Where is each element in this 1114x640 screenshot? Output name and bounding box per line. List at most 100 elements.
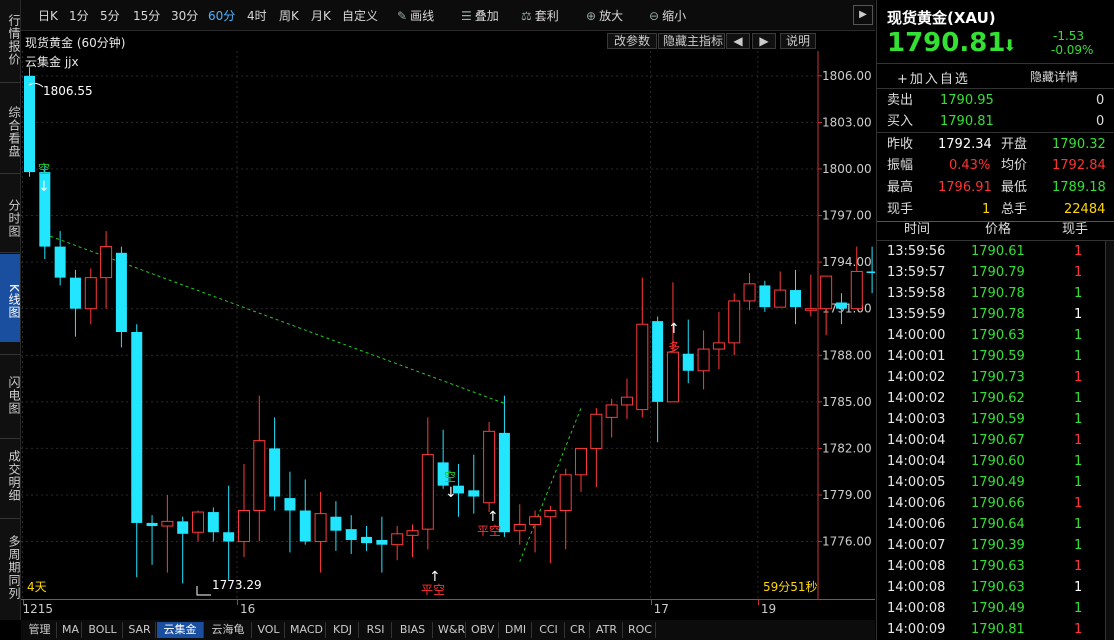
candle-body[interactable] xyxy=(314,513,327,543)
candle-body[interactable] xyxy=(712,342,725,350)
candle-body[interactable] xyxy=(804,308,817,311)
indicator-tab-10[interactable]: BIAS xyxy=(393,622,433,638)
candle-body[interactable] xyxy=(299,510,311,542)
sidebar-item-3[interactable]: K线图 xyxy=(0,254,21,342)
candle-body[interactable] xyxy=(330,516,342,531)
candle-body[interactable] xyxy=(391,533,404,546)
period-0[interactable]: 日K xyxy=(38,7,58,24)
candle-body[interactable] xyxy=(237,510,250,543)
candle-body[interactable] xyxy=(759,285,771,308)
kline-chart-svg[interactable]: 1806.001803.001800.001797.001794.001791.… xyxy=(21,51,875,599)
chart-header-button-1[interactable]: 隐藏主指标 xyxy=(658,33,725,49)
candle-body[interactable] xyxy=(345,529,357,541)
period-8[interactable]: 月K xyxy=(311,7,331,24)
tool-0[interactable]: ✎ 画线 xyxy=(397,7,434,24)
candle-body[interactable] xyxy=(54,246,66,278)
candle-body[interactable] xyxy=(774,289,787,308)
candle-body[interactable] xyxy=(84,277,97,310)
sidebar-item-0[interactable]: 行情报价 xyxy=(0,4,21,70)
candle-body[interactable] xyxy=(269,448,281,497)
candle-body[interactable] xyxy=(605,404,618,418)
tool-1[interactable]: ☰ 叠加 xyxy=(461,7,499,24)
chart-header-button-2[interactable]: ◀ xyxy=(726,33,750,49)
candle-body[interactable] xyxy=(666,351,679,403)
candle-body[interactable] xyxy=(682,353,694,371)
indicator-tab-9[interactable]: RSI xyxy=(360,622,392,638)
indicator-tab-7[interactable]: MACD xyxy=(286,622,326,638)
candle-body[interactable] xyxy=(468,490,480,497)
candle-body[interactable] xyxy=(590,413,603,449)
candle-body[interactable] xyxy=(376,540,388,545)
indicator-tab-17[interactable]: ROC xyxy=(624,622,656,638)
tool-2[interactable]: ⚖ 套利 xyxy=(521,7,559,24)
candle-body[interactable] xyxy=(361,536,373,544)
chart-header-button-3[interactable]: ▶ xyxy=(752,33,776,49)
candle-body[interactable] xyxy=(24,75,35,173)
candle-body[interactable] xyxy=(850,270,863,310)
candle-body[interactable] xyxy=(529,516,542,525)
candle-body[interactable] xyxy=(820,275,833,310)
candle-body[interactable] xyxy=(223,532,235,542)
period-6[interactable]: 4时 xyxy=(247,7,267,24)
indicator-tab-8[interactable]: KDJ xyxy=(327,622,359,638)
sidebar-item-6[interactable]: 多周期同列 xyxy=(0,520,21,608)
indicator-tab-4[interactable]: 云集金 xyxy=(157,622,204,638)
collapse-panel-button[interactable]: ▶ xyxy=(853,5,873,25)
indicator-tab-13[interactable]: DMI xyxy=(500,622,532,638)
candle-body[interactable] xyxy=(406,530,419,536)
period-9[interactable]: 自定义 xyxy=(342,7,378,24)
candle-body[interactable] xyxy=(544,510,557,518)
indicator-tab-15[interactable]: CR xyxy=(566,622,590,638)
candle-body[interactable] xyxy=(207,512,219,533)
period-2[interactable]: 5分 xyxy=(100,7,120,24)
tick-list-scrollbar[interactable] xyxy=(1105,241,1114,640)
indicator-tab-16[interactable]: ATR xyxy=(591,622,623,638)
candle-body[interactable] xyxy=(728,300,741,344)
chart-header-button-0[interactable]: 改参数 xyxy=(607,33,657,49)
chart-header-button-4[interactable]: 说明 xyxy=(780,33,816,49)
indicator-tab-2[interactable]: BOLL xyxy=(83,622,123,638)
candle-body[interactable] xyxy=(835,302,847,309)
period-3[interactable]: 15分 xyxy=(133,7,160,24)
candle-body[interactable] xyxy=(192,511,205,533)
candle-body[interactable] xyxy=(253,440,266,512)
indicator-tab-0[interactable]: 管理 xyxy=(23,622,57,638)
candle-body[interactable] xyxy=(513,523,526,532)
kline-chart[interactable]: 1806.001803.001800.001797.001794.001791.… xyxy=(21,51,875,599)
candle-body[interactable] xyxy=(131,331,143,523)
candle-body[interactable] xyxy=(636,323,649,411)
indicator-tab-3[interactable]: SAR xyxy=(124,622,156,638)
candle-body[interactable] xyxy=(575,447,588,476)
candle-body[interactable] xyxy=(790,290,801,308)
indicator-tab-5[interactable]: 云海龟 xyxy=(205,622,252,638)
candle-body[interactable] xyxy=(866,271,875,273)
indicator-tab-1[interactable]: MA xyxy=(58,622,82,638)
indicator-tab-6[interactable]: VOL xyxy=(253,622,285,638)
candle-body[interactable] xyxy=(69,277,81,309)
sidebar-item-4[interactable]: 闪电图 xyxy=(0,358,21,426)
candle-body[interactable] xyxy=(115,252,127,332)
candle-body[interactable] xyxy=(284,498,296,511)
candle-body[interactable] xyxy=(559,474,572,512)
candle-body[interactable] xyxy=(177,521,189,534)
period-5[interactable]: 60分 xyxy=(208,7,235,24)
sidebar-item-1[interactable]: 综合看盘 xyxy=(0,97,21,161)
period-7[interactable]: 周K xyxy=(279,7,299,24)
tool-4[interactable]: ⊖ 缩小 xyxy=(649,7,686,24)
candle-body[interactable] xyxy=(146,522,158,527)
candle-body[interactable] xyxy=(652,321,664,402)
indicator-tab-14[interactable]: CCI xyxy=(533,622,565,638)
candle-body[interactable] xyxy=(697,348,710,372)
sidebar-item-5[interactable]: 成交明细 xyxy=(0,440,21,506)
add-watchlist-button[interactable]: +加入自选 xyxy=(897,68,970,87)
tool-3[interactable]: ⊕ 放大 xyxy=(586,7,623,24)
candle-body[interactable] xyxy=(161,520,174,527)
candle-body[interactable] xyxy=(743,283,756,302)
candle-body[interactable] xyxy=(483,430,496,504)
hide-detail-button[interactable]: 隐藏详情 xyxy=(1030,68,1078,85)
sidebar-item-2[interactable]: 分时图 xyxy=(0,190,21,240)
period-1[interactable]: 1分 xyxy=(69,7,89,24)
indicator-tab-11[interactable]: W&R xyxy=(434,622,466,638)
candle-body[interactable] xyxy=(620,396,633,406)
indicator-tab-12[interactable]: OBV xyxy=(467,622,499,638)
